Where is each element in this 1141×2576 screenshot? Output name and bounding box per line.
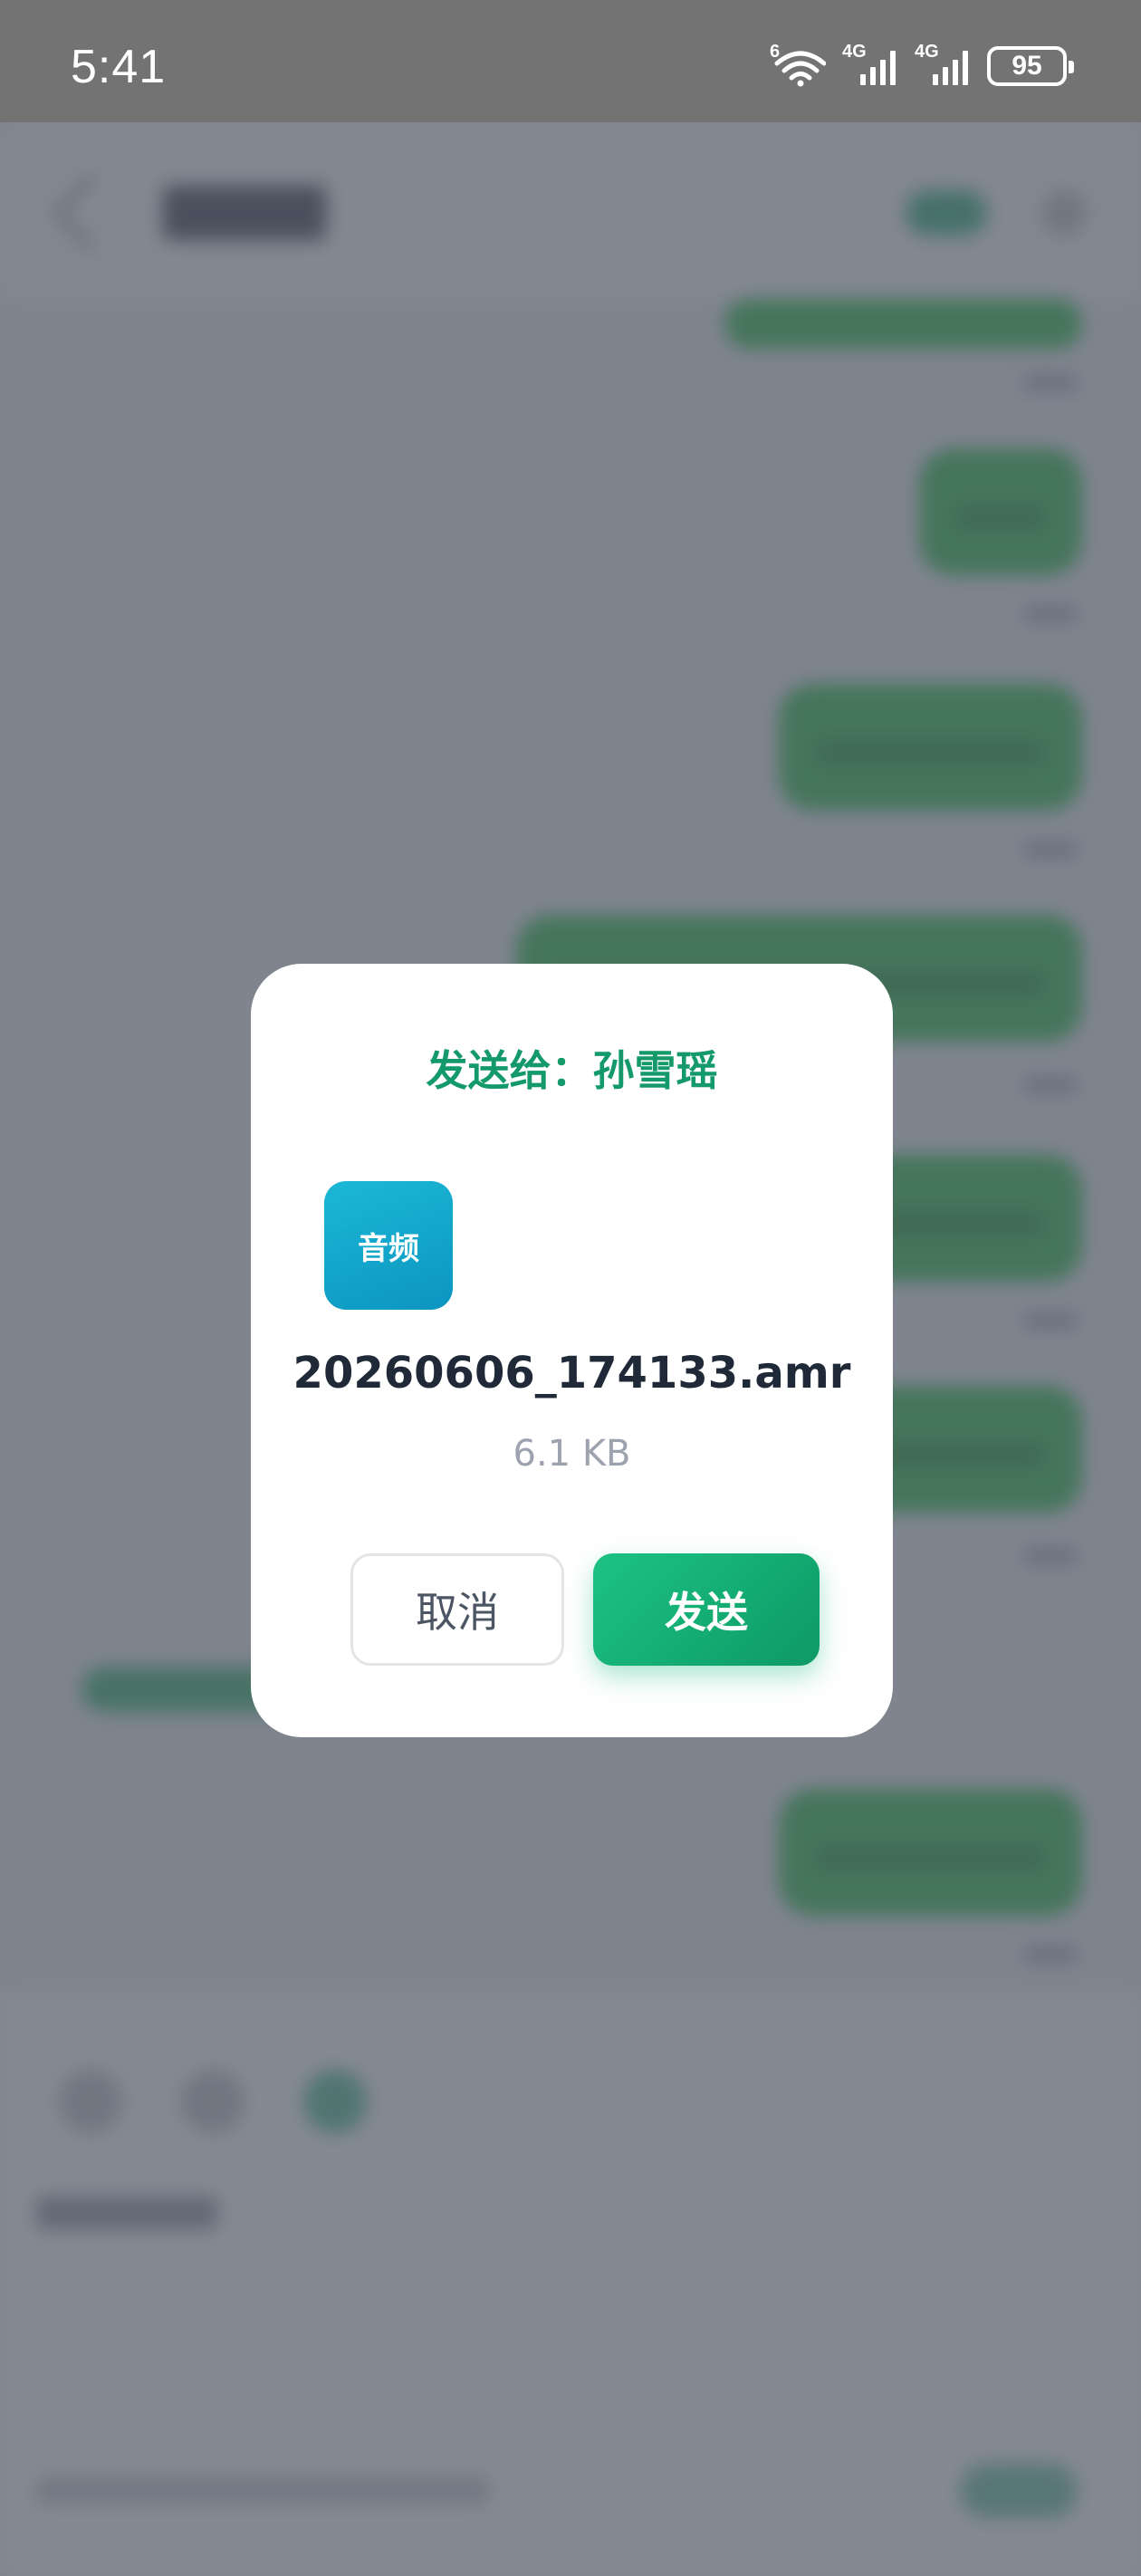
status-bar: 5:41 6 4G 4G 95 (0, 0, 1141, 122)
audio-file-icon: 音频 (324, 1181, 453, 1310)
signal-sim1-icon: 4G (842, 42, 898, 87)
dialog-title: 发送给：孙雪瑶 (426, 1046, 718, 1095)
signal-sim2-icon: 4G (915, 42, 971, 87)
battery-icon: 95 (987, 46, 1074, 86)
status-time: 5:41 (71, 41, 167, 93)
wifi-icon: 6 (770, 42, 826, 87)
status-icons: 6 4G 4G 95 (770, 42, 1074, 89)
file-name: 20260606_174133.amr (292, 1348, 851, 1399)
file-icon-label: 音频 (358, 1230, 419, 1267)
send-file-dialog: 发送给：孙雪瑶 音频 20260606_174133.amr 6.1 KB 取消… (251, 964, 893, 1737)
cancel-button-label: 取消 (416, 1588, 499, 1637)
send-button-label: 发送 (665, 1588, 748, 1637)
battery-level: 95 (1012, 51, 1042, 81)
cancel-button[interactable]: 取消 (350, 1553, 564, 1666)
screen: 5:41 6 4G 4G 95 发送给：孙雪瑶 音频 20260606_1741… (0, 0, 1141, 2576)
send-button[interactable]: 发送 (593, 1553, 820, 1666)
file-size: 6.1 KB (513, 1433, 631, 1475)
